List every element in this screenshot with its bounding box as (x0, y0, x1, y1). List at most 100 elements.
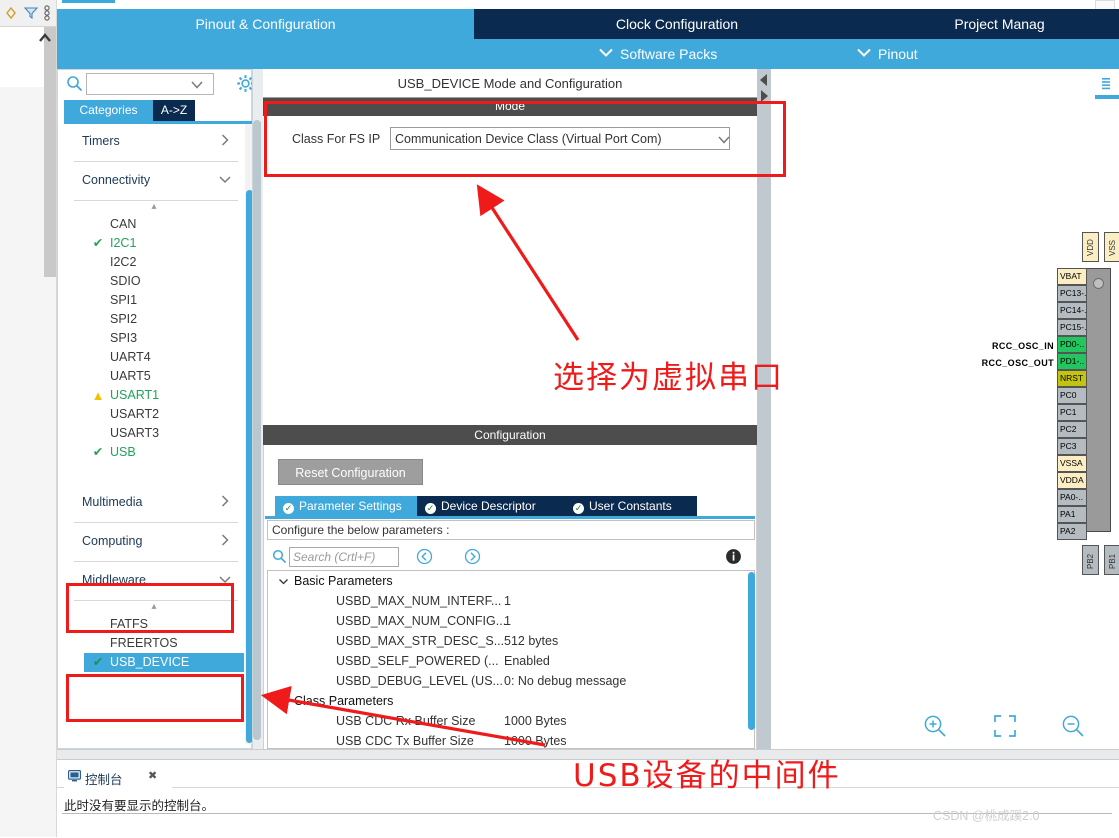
pin-pd0[interactable]: PD0-.. (1057, 336, 1087, 353)
pin-pc15[interactable]: PC15-.. (1057, 319, 1087, 336)
info-icon[interactable] (725, 548, 742, 565)
category-group-connectivity[interactable]: Connectivity (74, 162, 238, 201)
pin-vdd[interactable]: VDD (1082, 232, 1099, 262)
sidebar-tab-categories[interactable]: Categories (64, 100, 153, 121)
reset-configuration-button[interactable]: Reset Configuration (278, 459, 423, 485)
signal-label-rcc-osc-out: RCC_OSC_OUT (981, 358, 1054, 368)
sidebar-tab-az[interactable]: A->Z (153, 100, 195, 121)
param-value[interactable]: Enabled (504, 651, 550, 671)
param-row[interactable]: USBD_SELF_POWERED (... Enabled (268, 651, 754, 671)
tab-parameter-settings[interactable]: ✓ Parameter Settings (275, 496, 417, 516)
pin-pc14[interactable]: PC14-.. (1057, 302, 1087, 319)
sidebar-item-spi2[interactable]: SPI2 (64, 310, 244, 329)
tab-user-constants[interactable]: ✓ User Constants (565, 496, 697, 516)
left-rail-collapsed-strip[interactable] (44, 27, 56, 277)
param-row[interactable]: USBD_MAX_NUM_CONFIG... 1 (268, 611, 754, 631)
sidebar-item-usart3[interactable]: USART3 (64, 424, 244, 443)
tab-pinout-and-configuration[interactable]: Pinout & Configuration (57, 9, 474, 39)
param-value[interactable]: 1 (504, 591, 511, 611)
param-row[interactable]: USB CDC Rx Buffer Size 1000 Bytes (268, 711, 754, 731)
sidebar-item-sdio[interactable]: SDIO (64, 272, 244, 291)
param-row[interactable]: USBD_MAX_STR_DESC_S... 512 bytes (268, 631, 754, 651)
param-value[interactable]: 512 bytes (504, 631, 558, 651)
sidebar-item-usart2[interactable]: USART2 (64, 405, 244, 424)
circle-left-icon[interactable] (416, 548, 433, 565)
pin-pc2[interactable]: PC2 (1057, 421, 1087, 438)
pin-pc13[interactable]: PC13-.. (1057, 285, 1087, 302)
sidebar-item-spi3[interactable]: SPI3 (64, 329, 244, 348)
pin-pc3[interactable]: PC3 (1057, 438, 1087, 455)
pin-pd1[interactable]: PD1-.. (1057, 353, 1087, 370)
filter-icon[interactable] (22, 4, 40, 22)
zoom-out-icon[interactable] (1060, 713, 1084, 737)
pin-vssa[interactable]: VSSA (1057, 455, 1087, 472)
category-group-computing[interactable]: Computing (74, 523, 238, 562)
chevron-right-icon (218, 133, 232, 147)
menu-pinout[interactable]: Pinout (857, 39, 918, 69)
close-icon[interactable]: ✖ (148, 769, 157, 782)
tab-parameter-settings-label: Parameter Settings (299, 499, 402, 513)
pin-pa1[interactable]: PA1 (1057, 506, 1087, 523)
param-group-basic[interactable]: Basic Parameters (268, 571, 754, 591)
parameter-list[interactable]: Basic Parameters USBD_MAX_NUM_INTERF... 1… (267, 570, 755, 749)
sidebar-item-can[interactable]: CAN (64, 215, 244, 234)
pinout-menu-icon[interactable] (1102, 78, 1112, 92)
param-group-class[interactable]: Class Parameters (268, 691, 754, 711)
sidebar-splitter-thumb[interactable] (253, 120, 261, 740)
sidebar-item-freertos[interactable]: FREERTOS (64, 634, 244, 653)
check-icon: ✔ (92, 236, 104, 250)
pin-pc1[interactable]: PC1 (1057, 404, 1087, 421)
param-row[interactable]: USBD_MAX_NUM_INTERF... 1 (268, 591, 754, 611)
pin-pb1[interactable]: PB1 (1104, 545, 1119, 575)
sort-grip-connectivity[interactable]: ▴ (64, 201, 244, 215)
tab-clock-configuration[interactable]: Clock Configuration (474, 9, 881, 39)
fit-to-screen-icon[interactable] (992, 713, 1016, 737)
collapse-left-arrow-icon[interactable] (758, 73, 770, 87)
circle-right-icon[interactable] (464, 548, 481, 565)
pin-pc0[interactable]: PC0 (1057, 387, 1087, 404)
parameter-list-scrollbar[interactable] (748, 572, 755, 730)
sidebar-item-i2c2[interactable]: I2C2 (64, 253, 244, 272)
check-circle-icon: ✓ (283, 503, 294, 514)
sidebar-item-i2c1[interactable]: ✔ I2C1 (64, 234, 244, 253)
menu-software-packs[interactable]: Software Packs (599, 39, 717, 69)
sidebar-item-uart5[interactable]: UART5 (64, 367, 244, 386)
parameter-search-input[interactable]: Search (Crtl+F) (289, 547, 399, 567)
sidebar-item-usb[interactable]: ✔ USB (64, 443, 244, 462)
chevron-up-icon[interactable] (36, 30, 54, 46)
pin-vdda[interactable]: VDDA (1057, 472, 1087, 489)
console-tab-label: 控制台 (85, 773, 123, 787)
param-row[interactable]: USBD_DEBUG_LEVEL (US... 0: No debug messa… (268, 671, 754, 691)
sidebar-item-usart1[interactable]: ▲ USART1 (64, 386, 244, 405)
annotation-box-middleware (66, 583, 234, 633)
sidebar-item-uart4[interactable]: UART4 (64, 348, 244, 367)
category-group-timers[interactable]: Timers (74, 124, 238, 162)
chevron-down-icon[interactable] (190, 79, 204, 89)
chevron-down-icon[interactable] (278, 571, 292, 593)
param-value[interactable]: 1 (504, 611, 511, 631)
category-group-multimedia[interactable]: Multimedia (74, 484, 238, 523)
pin-pa0[interactable]: PA0-.. (1057, 489, 1087, 506)
pin-pb2[interactable]: PB2 (1082, 545, 1099, 575)
sidebar-item-spi1[interactable]: SPI1 (64, 291, 244, 310)
param-row[interactable]: USB CDC Tx Buffer Size 1000 Bytes (268, 731, 754, 748)
tab-project-manager[interactable]: Project Manag (880, 9, 1119, 39)
param-value[interactable]: 1000 Bytes (504, 711, 567, 731)
param-group-basic-label: Basic Parameters (294, 574, 393, 588)
param-value[interactable]: 0: No debug message (504, 671, 626, 691)
chevron-down-icon[interactable] (278, 691, 292, 713)
warning-triangle-icon: ▲ (91, 388, 105, 403)
annotation-box-usb-device (66, 674, 244, 722)
pin-vss[interactable]: VSS (1104, 232, 1119, 262)
more-options-icon[interactable] (40, 4, 58, 22)
tab-device-descriptor[interactable]: ✓ Device Descriptor (417, 496, 565, 516)
pin-nrst[interactable]: NRST (1057, 370, 1087, 387)
pin-pa2[interactable]: PA2 (1057, 523, 1087, 540)
zoom-in-icon[interactable] (922, 713, 946, 737)
param-name: USBD_MAX_NUM_INTERF... (336, 594, 502, 608)
param-value[interactable]: 1000 Bytes (504, 731, 567, 748)
sidebar-item-usb-device[interactable]: ✔ USB_DEVICE (84, 653, 244, 672)
diamond-icon[interactable] (4, 4, 22, 22)
chevron-down-icon (599, 37, 613, 67)
pin-vbat[interactable]: VBAT (1057, 268, 1087, 285)
